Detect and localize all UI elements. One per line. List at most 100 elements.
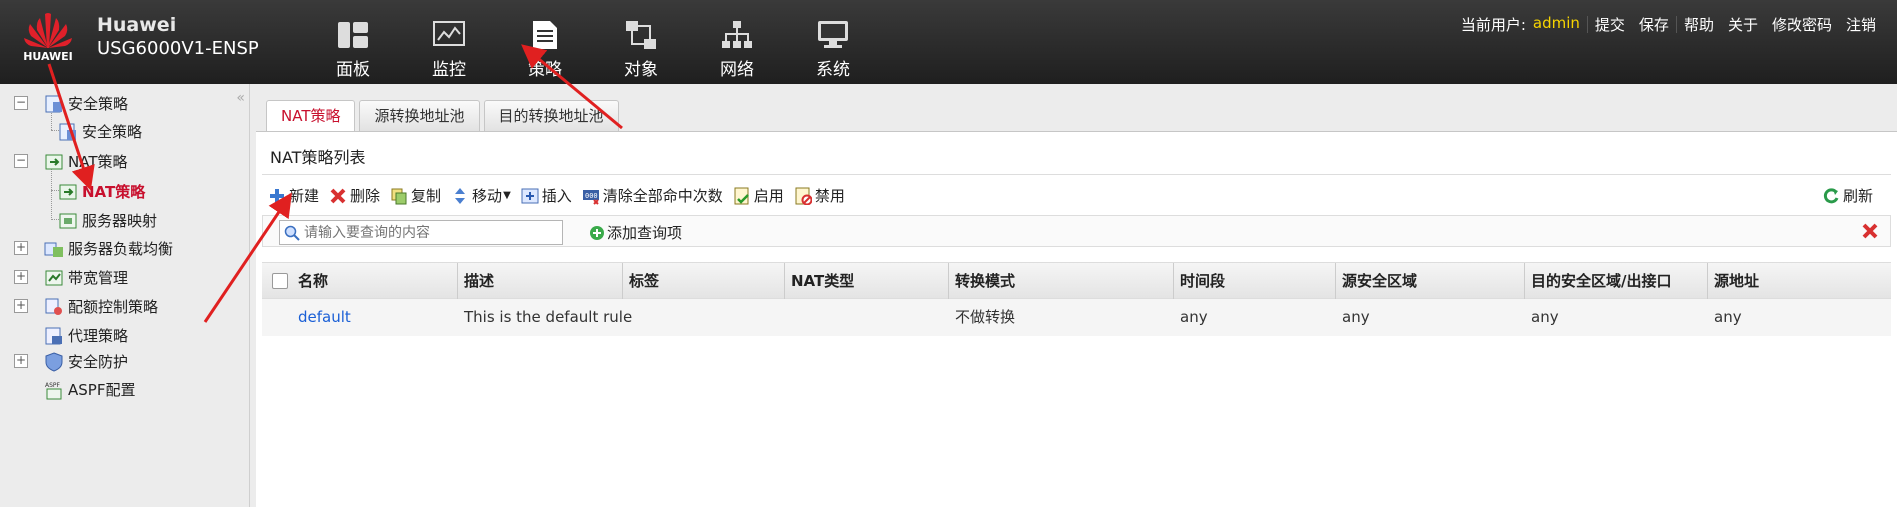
- sidebar-item-nat-policy-group[interactable]: NAT策略: [44, 151, 127, 172]
- close-search-icon[interactable]: [1860, 221, 1880, 241]
- nav-label: 策略: [528, 60, 562, 80]
- search-icon: [284, 225, 300, 241]
- sidebar-item-security-policy[interactable]: 安全策略: [58, 121, 142, 142]
- toolbar-label: 复制: [411, 187, 442, 205]
- expand-toggle[interactable]: +: [14, 299, 28, 313]
- expand-toggle[interactable]: +: [14, 270, 28, 284]
- search-bar: 添加查询项: [262, 215, 1891, 247]
- server-mapping-icon: [59, 213, 77, 228]
- cell-description: This is the default rule: [464, 308, 633, 326]
- disable-button[interactable]: 禁用: [794, 185, 845, 206]
- load-balancing-icon: [44, 242, 63, 257]
- refresh-icon: [1823, 187, 1839, 203]
- tab-source-nat-pool[interactable]: 源转换地址池: [359, 100, 480, 131]
- delete-button[interactable]: 删除: [329, 185, 380, 206]
- collapse-sidebar-icon[interactable]: «: [236, 90, 245, 106]
- column-header[interactable]: 源地址: [1707, 263, 1759, 300]
- save-link[interactable]: 保存: [1632, 14, 1676, 35]
- sidebar-item-label: 配额控制策略: [68, 298, 159, 316]
- disable-icon: [795, 187, 812, 205]
- top-right-links: 当前用户: admin 提交 保存 帮助 关于 修改密码 注销: [1454, 14, 1883, 35]
- nav-system[interactable]: 系统: [785, 18, 881, 80]
- main-content: NAT策略 源转换地址池 目的转换地址池 NAT策略列表 新建 删除 复制 移动…: [256, 84, 1897, 507]
- toolbar-label: 移动: [472, 187, 503, 205]
- column-header[interactable]: 名称: [292, 263, 328, 300]
- move-dropdown-button[interactable]: 移动 ▼: [451, 185, 511, 206]
- refresh-button[interactable]: 刷新: [1822, 185, 1873, 206]
- clear-hit-count-button[interactable]: 000 清除全部命中次数: [582, 185, 723, 206]
- sidebar-item-quota-control[interactable]: 配额控制策略: [44, 296, 158, 317]
- toolbar-label: 新建: [289, 187, 320, 205]
- sidebar-item-bandwidth-management[interactable]: 带宽管理: [44, 267, 128, 288]
- toolbar-label: 删除: [350, 187, 381, 205]
- logout-link[interactable]: 注销: [1839, 14, 1883, 35]
- submit-link[interactable]: 提交: [1588, 14, 1632, 35]
- copy-icon: [391, 188, 407, 204]
- svg-text:000: 000: [585, 192, 598, 200]
- enable-button[interactable]: 启用: [733, 185, 784, 206]
- sidebar-item-label: 安全防护: [68, 353, 129, 371]
- nav-label: 对象: [624, 60, 658, 80]
- column-header[interactable]: 源安全区域: [1335, 263, 1417, 300]
- sidebar-item-server-mapping[interactable]: 服务器映射: [58, 210, 157, 231]
- system-computer-icon: [818, 21, 848, 48]
- insert-icon: [521, 188, 539, 203]
- column-header[interactable]: 目的安全区域/出接口: [1524, 263, 1671, 300]
- help-link[interactable]: 帮助: [1677, 14, 1721, 35]
- current-user-label: 当前用户:: [1460, 16, 1526, 34]
- change-password-link[interactable]: 修改密码: [1765, 14, 1839, 35]
- cell-time-range: any: [1180, 308, 1208, 326]
- policy-document-icon: [533, 21, 557, 49]
- top-header: HUAWEI Huawei USG6000V1-ENSP 面板 监控 策略 对象…: [0, 0, 1897, 84]
- new-button[interactable]: 新建: [268, 185, 319, 206]
- sidebar-item-security-policy-group[interactable]: 安全策略: [44, 93, 128, 114]
- nav-monitor[interactable]: 监控: [401, 18, 497, 80]
- toolbar: 新建 删除 复制 移动 ▼ 插入 000 清除全部命中次数 启用 禁用: [268, 185, 855, 206]
- security-policy-icon: [59, 123, 76, 140]
- add-circle-icon: [590, 225, 604, 240]
- nav-dashboard[interactable]: 面板: [305, 18, 401, 80]
- insert-button[interactable]: 插入: [521, 185, 572, 206]
- cell-nat-type: [785, 299, 791, 336]
- column-header[interactable]: 转换模式: [948, 263, 1015, 300]
- column-header[interactable]: 时间段: [1173, 263, 1225, 300]
- add-query-button[interactable]: 添加查询项: [589, 222, 682, 243]
- search-input[interactable]: [279, 220, 563, 245]
- expand-toggle[interactable]: +: [14, 354, 28, 368]
- sidebar-item-label: NAT策略: [82, 183, 146, 201]
- cell-tag: [623, 299, 629, 336]
- collapse-toggle[interactable]: −: [14, 96, 28, 110]
- sidebar-item-server-load-balancing[interactable]: 服务器负载均衡: [44, 238, 173, 259]
- sidebar-item-label: NAT策略: [68, 153, 128, 171]
- sidebar-item-label: 安全策略: [68, 95, 129, 113]
- sidebar-item-proxy-policy[interactable]: 代理策略: [44, 325, 128, 346]
- plus-icon: [270, 188, 284, 203]
- copy-button[interactable]: 复制: [390, 185, 441, 206]
- collapse-toggle[interactable]: −: [14, 154, 28, 168]
- table-header: 名称 描述 标签 NAT类型 转换模式 时间段 源安全区域 目的安全区域/出接口…: [262, 262, 1891, 300]
- cell-name[interactable]: default: [292, 299, 351, 336]
- nav-object[interactable]: 对象: [593, 18, 689, 80]
- nav-label: 面板: [336, 60, 370, 80]
- column-header[interactable]: NAT类型: [784, 263, 854, 300]
- about-link[interactable]: 关于: [1721, 14, 1765, 35]
- sidebar-item-label: 安全策略: [82, 123, 143, 141]
- nav-label: 监控: [432, 60, 466, 80]
- left-sidebar: « − 安全策略 安全策略 − NAT策略 NAT策略 服务器映射 + 服务器负…: [0, 84, 250, 507]
- sidebar-item-nat-policy[interactable]: NAT策略: [58, 181, 145, 202]
- panel-title: NAT策略列表: [270, 148, 366, 167]
- nat-policy-icon: [59, 184, 77, 199]
- sidebar-item-aspf-config[interactable]: ASPF ASPF配置: [44, 379, 135, 400]
- tab-destination-nat-pool[interactable]: 目的转换地址池: [483, 100, 619, 131]
- expand-toggle[interactable]: +: [14, 241, 28, 255]
- nav-policy[interactable]: 策略: [497, 18, 593, 80]
- sidebar-item-security-protection[interactable]: 安全防护: [44, 351, 128, 372]
- nav-label: 系统: [816, 60, 850, 80]
- add-query-label: 添加查询项: [607, 224, 683, 242]
- table-row[interactable]: default This is the default rule 不做转换 an…: [262, 299, 1891, 336]
- nav-network[interactable]: 网络: [689, 18, 785, 80]
- select-all-checkbox[interactable]: [272, 273, 288, 289]
- tab-nat-policy[interactable]: NAT策略: [266, 100, 356, 132]
- column-header[interactable]: 标签: [622, 263, 659, 300]
- column-header[interactable]: 描述: [457, 263, 494, 300]
